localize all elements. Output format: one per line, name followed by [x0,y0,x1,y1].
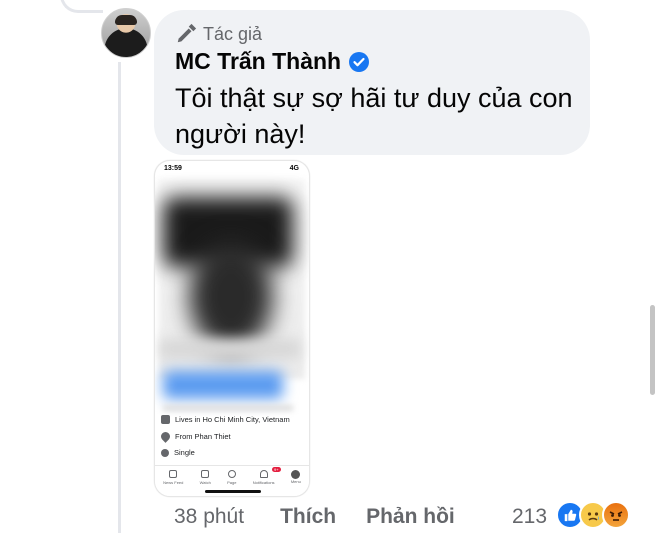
like-button[interactable]: Thích [280,505,336,529]
verified-badge-icon [349,51,370,72]
phone-status-bar: 13:59 4G [155,161,309,177]
bell-icon [259,470,268,478]
comment-text: Tôi thật sự sợ hãi tư duy của con người … [175,83,573,149]
reply-thread-line [118,62,121,533]
comment-timestamp[interactable]: 38 phút [174,505,244,529]
author-badge-label: Tác giả [203,23,263,44]
tab-notifications: 9+ Notifications [252,467,281,485]
screenshot-attachment[interactable]: 13:59 4G Lives in Ho Chi Minh City, Viet… [154,160,310,497]
info-from: From Phan Thiet [159,430,233,443]
comment-actions: 38 phút Thích Phản hồi [174,505,455,529]
author-name-row: MC Trấn Thành [175,48,370,75]
blurred-profile-photo [189,241,273,351]
thread-connector [60,0,103,13]
reply-button[interactable]: Phản hồi [366,505,455,529]
menu-avatar-icon [291,470,301,479]
home-icon [161,415,170,424]
author-badge: Tác giả [175,23,262,45]
angry-icon [602,501,630,529]
flag-icon [227,470,236,478]
blurred-name [160,339,300,359]
tab-menu: Menu [291,466,301,484]
avatar[interactable] [101,8,151,58]
status-network: 4G [289,165,299,172]
notification-badge: 9+ [271,467,281,472]
reaction-icons[interactable] [556,501,630,529]
author-name[interactable]: MC Trấn Thành [175,48,341,75]
play-icon [201,470,210,478]
tab-watch: Watch [200,466,211,485]
info-relationship: Single [161,448,195,457]
pen-icon [177,23,197,43]
reaction-count[interactable]: 213 [512,505,547,529]
tab-page: Page [227,466,236,485]
blurred-divider [163,405,293,411]
home-icon [169,470,178,478]
tab-news-feed: News Feed [163,466,183,485]
scrollbar[interactable] [650,305,655,395]
home-indicator [205,490,261,493]
location-pin-icon [159,430,172,443]
blurred-button [163,371,283,399]
status-time: 13:59 [164,165,182,172]
heart-icon [161,448,169,457]
info-lives: Lives in Ho Chi Minh City, Vietnam [161,415,292,424]
